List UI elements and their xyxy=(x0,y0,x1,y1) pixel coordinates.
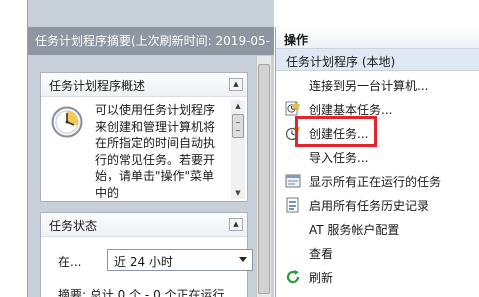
task-history-icon xyxy=(286,197,299,213)
action-refresh[interactable]: 刷新 xyxy=(276,266,479,288)
status-summary: 摘要: 总计 0 个 - 0 个正在运行... xyxy=(58,288,236,297)
highlight-box xyxy=(295,116,377,147)
status-section-header[interactable]: 任务状态 ▲ xyxy=(41,213,247,237)
action-label: 查看 xyxy=(309,247,334,261)
summary-pane: 任务计划程序摘要(上次刷新时间: 2019-05- 任务计划程序概述 ▲ 可以使… xyxy=(28,0,274,297)
clock-icon xyxy=(51,106,83,138)
overview-section-header[interactable]: 任务计划程序概述 ▲ xyxy=(41,73,247,97)
overview-body: 可以使用任务计划程序来创建和管理计算机将在所指定的时间自动执行的常见任务。若要开… xyxy=(41,98,247,201)
action-view[interactable]: 查看 xyxy=(276,242,479,264)
actions-title: 操作 xyxy=(276,27,479,49)
action-label: AT 服务帐户配置 xyxy=(309,223,400,237)
navigation-tree-pane xyxy=(0,0,28,297)
scroll-up-icon[interactable]: ▲ xyxy=(231,100,245,112)
overview-description: 可以使用任务计划程序来创建和管理计算机将在所指定的时间自动执行的常见任务。若要开… xyxy=(95,103,216,200)
status-section-title: 任务状态 xyxy=(49,219,98,233)
collapse-icon[interactable]: ▲ xyxy=(229,218,243,231)
overview-scrollbar[interactable]: ▲ ▼ xyxy=(231,100,245,199)
overview-section: 任务计划程序概述 ▲ 可以使用任务计划程序来创建和管理计算机将在所指定的时间自动… xyxy=(40,72,248,202)
chevron-down-icon xyxy=(239,257,247,262)
summary-pane-scrollbar[interactable] xyxy=(256,56,271,297)
actions-section-header[interactable]: 任务计划程序 (本地) xyxy=(276,49,479,71)
scroll-thumb[interactable] xyxy=(232,114,244,138)
scroll-down-icon[interactable]: ▼ xyxy=(231,187,245,199)
action-label: 连接到另一台计算机... xyxy=(309,79,429,93)
action-show-running-tasks[interactable]: 显示所有正在运行的任务 xyxy=(276,170,479,192)
action-at-service-config[interactable]: AT 服务帐户配置 xyxy=(276,218,479,240)
refresh-icon xyxy=(286,270,300,284)
action-label: 导入任务... xyxy=(309,151,369,165)
summary-pane-scroll-thumb[interactable] xyxy=(258,64,270,294)
running-tasks-icon xyxy=(285,174,301,188)
action-label: 刷新 xyxy=(309,271,334,285)
range-label: 在... xyxy=(58,255,82,269)
action-label: 创建基本任务... xyxy=(309,103,393,117)
overview-section-title: 任务计划程序概述 xyxy=(49,79,146,93)
action-import-task[interactable]: 导入任务... xyxy=(276,146,479,168)
action-connect-computer[interactable]: 连接到另一台计算机... xyxy=(276,74,479,96)
status-section: 任务状态 ▲ 在... 近 24 小时 摘要: 总计 0 个 - 0 个正在运行… xyxy=(40,212,253,297)
collapse-icon[interactable]: ▲ xyxy=(229,78,243,91)
action-enable-task-history[interactable]: 启用所有任务历史记录 xyxy=(276,194,479,216)
create-basic-task-icon xyxy=(285,101,301,116)
summary-header: 任务计划程序摘要(上次刷新时间: 2019-05- xyxy=(28,27,274,55)
action-label: 启用所有任务历史记录 xyxy=(309,199,430,213)
time-range-select[interactable]: 近 24 小时 xyxy=(107,249,253,271)
time-range-value: 近 24 小时 xyxy=(114,255,173,269)
actions-pane: 操作 任务计划程序 (本地) 连接到另一台计算机... 创建基本任务... 创建… xyxy=(275,27,479,297)
action-label: 显示所有正在运行的任务 xyxy=(309,175,442,189)
